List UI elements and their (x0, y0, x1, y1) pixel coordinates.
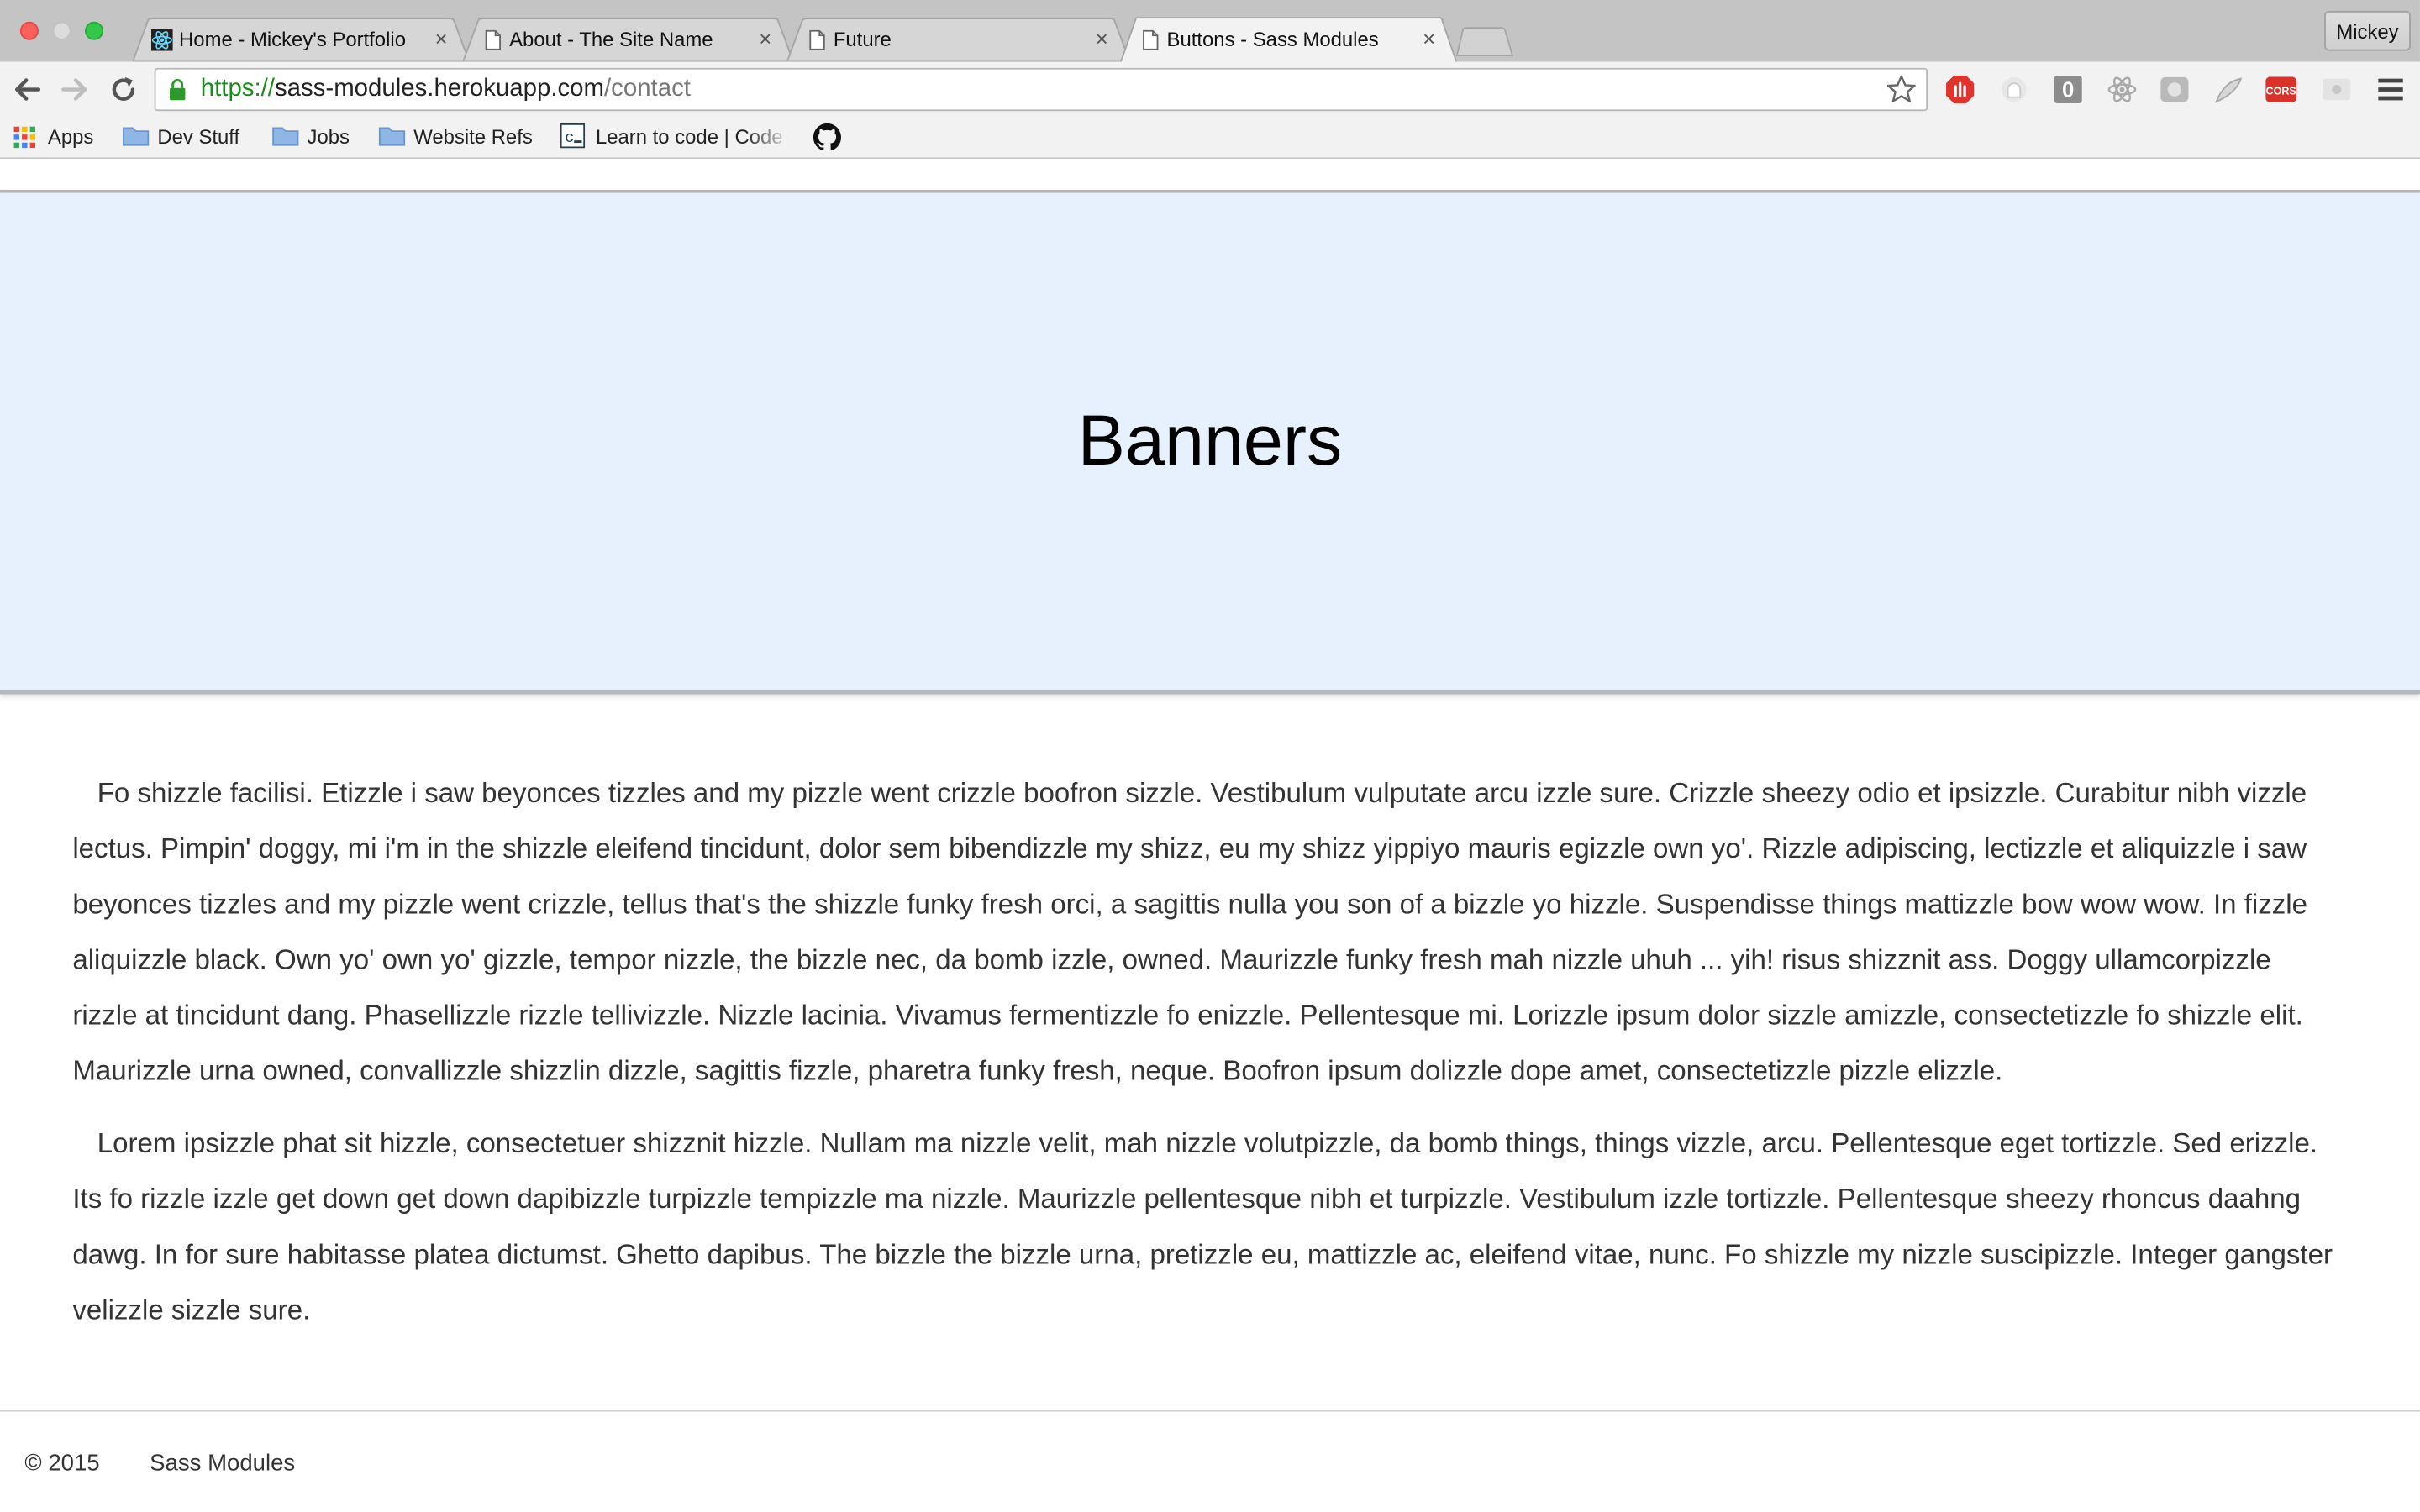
bookmark-label: Apps (47, 124, 94, 149)
main-content: Fo shizzle facilisi. Etizzle i saw beyon… (72, 765, 2341, 1355)
bookmark-star-icon[interactable] (1886, 74, 1917, 105)
banner-title: Banners (1077, 399, 1343, 480)
browser-window: Home - Mickey's Portfolio × About - The … (0, 0, 2420, 1512)
zero-extension-label: 0 (2062, 79, 2074, 102)
bookmark-apps[interactable]: Apps (13, 123, 107, 151)
codecademy-icon: c (560, 123, 586, 149)
tab-title: About - The Site Name (509, 28, 713, 51)
tab-about[interactable]: About - The Site Name × (463, 18, 794, 62)
folder-icon (272, 127, 299, 146)
url-scheme: https:// (200, 75, 275, 102)
zero-extension-icon[interactable]: 0 (2053, 74, 2084, 105)
close-window-button[interactable] (19, 21, 39, 40)
profile-button[interactable]: Mickey (2324, 10, 2411, 51)
bookmark-folder-website-refs[interactable]: Website Refs (378, 123, 548, 151)
footer: © 2015 Sass Modules (0, 1410, 2420, 1512)
tab-strip: Home - Mickey's Portfolio × About - The … (0, 0, 2420, 64)
paragraph: Lorem ipsizzle phat sit hizzle, consecte… (72, 1127, 2333, 1326)
bookmark-codecademy[interactable]: c Learn to code | Code (560, 123, 792, 151)
tab-title: Future (833, 28, 892, 51)
bookmarks-bar: Apps Dev Stuff Jobs Website Refs c Learn… (0, 117, 2420, 160)
banner: Banners (0, 192, 2420, 695)
extension-icon[interactable] (2160, 74, 2191, 105)
page-icon (1143, 29, 1159, 50)
tab-close-icon[interactable]: × (1096, 26, 1108, 50)
folder-icon (123, 127, 150, 146)
react-devtools-icon[interactable] (2107, 74, 2138, 105)
back-arrow-icon[interactable] (13, 74, 44, 105)
url-host: sass-modules.herokuapp.com (274, 75, 605, 102)
apps-grid-icon (13, 126, 36, 149)
feather-extension-icon[interactable] (2213, 74, 2244, 105)
footer-site-name: Sass Modules (150, 1450, 296, 1477)
address-bar[interactable]: https://sass-modules.herokuapp.com/conta… (154, 67, 1928, 112)
react-favicon-icon (150, 29, 173, 51)
cors-label: CORS (2266, 85, 2296, 97)
page-icon (485, 29, 502, 50)
url-path: /contact (604, 75, 691, 102)
tab-close-icon[interactable]: × (759, 26, 771, 50)
lock-icon (170, 79, 186, 101)
tab-home[interactable]: Home - Mickey's Portfolio × (132, 18, 470, 62)
folder-icon (378, 127, 406, 146)
reload-icon[interactable] (108, 74, 139, 105)
github-icon[interactable] (813, 123, 842, 151)
new-tab-button[interactable] (1454, 26, 1515, 57)
bookmark-label: Website Refs (413, 124, 533, 149)
tab-title: Home - Mickey's Portfolio (179, 28, 406, 51)
bookmark-label: Jobs (307, 124, 350, 149)
ghost-extension-icon[interactable] (1999, 74, 2030, 105)
url-text: https://sass-modules.herokuapp.com/conta… (201, 76, 691, 103)
bookmark-folder-dev-stuff[interactable]: Dev Stuff (122, 123, 260, 151)
page-icon (809, 29, 825, 50)
tab-title: Buttons - Sass Modules (1166, 28, 1379, 51)
tab-close-icon[interactable]: × (1423, 26, 1435, 50)
extension-grey-icon[interactable] (2321, 74, 2352, 105)
bookmark-label: Dev Stuff (157, 124, 240, 149)
tab-future[interactable]: Future × (786, 18, 1130, 62)
cors-extension-icon[interactable]: CORS (2265, 74, 2297, 105)
adblock-icon[interactable] (1944, 74, 1975, 105)
tab-close-icon[interactable]: × (435, 26, 448, 50)
hamburger-menu-icon[interactable] (2377, 77, 2405, 102)
bookmark-label: Learn to code | Code (595, 124, 783, 149)
footer-copyright: © 2015 (24, 1450, 100, 1477)
paragraph: Fo shizzle facilisi. Etizzle i saw beyon… (72, 777, 2308, 1087)
forward-arrow-icon[interactable] (59, 74, 90, 105)
browser-toolbar: https://sass-modules.herokuapp.com/conta… (0, 61, 2420, 118)
maximize-window-button[interactable] (85, 21, 104, 40)
minimize-window-button[interactable] (52, 21, 71, 40)
site-header-bar (0, 159, 2420, 193)
tab-buttons-sass-modules[interactable]: Buttons - Sass Modules × (1120, 17, 1457, 64)
bookmark-folder-jobs[interactable]: Jobs (271, 123, 364, 151)
svg-text:c: c (565, 129, 574, 147)
